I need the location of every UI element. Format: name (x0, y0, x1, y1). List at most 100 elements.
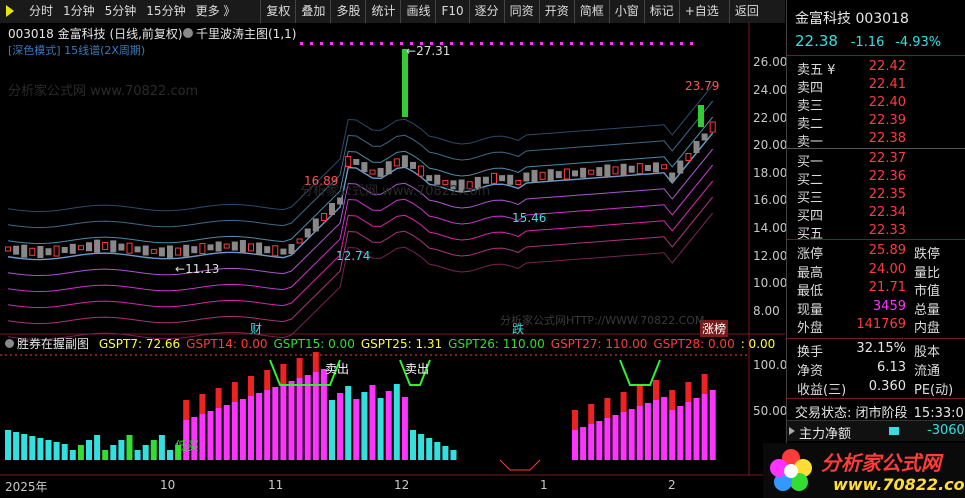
tb-tongzi[interactable]: 同资 (503, 0, 539, 23)
tb-diejia[interactable]: 叠加 (295, 0, 330, 23)
candle (531, 169, 538, 183)
signal-dot (380, 42, 383, 45)
tb-back[interactable]: 返回 (728, 0, 764, 23)
sub-bar (572, 430, 578, 460)
indicator-dot-icon[interactable] (183, 28, 193, 38)
bid-row[interactable]: 买四 22.34 (787, 205, 965, 224)
bid-price: 22.34 (868, 205, 906, 220)
sub-bar (426, 438, 433, 460)
time-label: 1 (540, 478, 548, 492)
tb-zixuan[interactable]: +自选 (678, 0, 724, 23)
tb-fuquan[interactable]: 复权 (260, 0, 295, 23)
sub-bar-top (215, 388, 222, 408)
sub-bar (612, 415, 619, 460)
tb-5min[interactable]: 5分钟 (100, 0, 142, 23)
candle (644, 165, 651, 171)
candle (329, 203, 335, 215)
tb-tongji[interactable]: 统计 (365, 0, 400, 23)
price-label: 16.00 (753, 193, 788, 207)
sub-bar (21, 434, 28, 460)
ask-row[interactable]: 卖五 ¥ 22.42 (787, 59, 965, 78)
signal-dot (580, 42, 583, 45)
sub-name[interactable]: 胜券在握副图 (17, 337, 89, 351)
candle (288, 244, 295, 254)
signal-dot (540, 42, 543, 45)
stat-label-right: 量比 (914, 265, 941, 281)
tb-xiaochuang[interactable]: 小窗 (608, 0, 644, 23)
tb-more[interactable]: 更多 》 (191, 0, 241, 23)
sub-bar (158, 435, 165, 460)
sub-bar (482, 452, 489, 460)
sub-bar (474, 452, 481, 460)
stat2-value: 6.13 (877, 360, 906, 375)
sub-item: GSPT15: 0.00 (273, 337, 355, 351)
sub-bar (5, 430, 11, 460)
stock-code: 003018 (855, 11, 909, 27)
candle (223, 243, 230, 249)
tb-huaxian[interactable]: 画线 (400, 0, 435, 23)
sub-settings-icon[interactable] (5, 339, 14, 348)
stat-value: 21.71 (868, 280, 906, 295)
tb-kaizi[interactable]: 开资 (538, 0, 574, 23)
candle (393, 158, 400, 167)
sub-bar (53, 442, 60, 460)
stat-value: 141769 (856, 317, 906, 332)
candle (77, 245, 84, 251)
tb-zhufen[interactable]: 逐分 (468, 0, 504, 23)
sub-bar (620, 412, 627, 460)
candle (515, 179, 522, 185)
candle (312, 218, 319, 232)
tb-jiankuang[interactable]: 简框 (573, 0, 609, 23)
stat-row: 最低 21.71 市值 (787, 280, 965, 299)
sub-bar-top (231, 382, 238, 402)
ask-row[interactable]: 卖一 22.38 (787, 131, 965, 150)
indicator-name[interactable]: 千里波涛主图(1,1) (196, 25, 296, 42)
signal-dot (500, 42, 503, 45)
sub-bar (563, 452, 570, 460)
bid-row[interactable]: 买一 22.37 (787, 151, 965, 170)
candle (207, 244, 214, 251)
watermark-2: 分析家公式网 www.70822.com (300, 184, 491, 199)
ask-row[interactable]: 卖四 22.41 (787, 77, 965, 96)
tb-duogu[interactable]: 多股 (330, 0, 365, 23)
sub-bar (466, 452, 473, 460)
sub-bar (61, 444, 68, 460)
sub-bar-top (636, 386, 643, 406)
candle (199, 242, 206, 254)
candle (296, 238, 303, 244)
signal-dot (530, 42, 533, 45)
stat-label: 现量 (797, 302, 824, 318)
expand-icon[interactable] (789, 427, 795, 435)
sub-bar (248, 396, 254, 460)
stat2-row: 净资 6.13 流通 (787, 360, 965, 379)
tb-1min[interactable]: 1分钟 (58, 0, 100, 23)
stat2-row: 收益(三) 0.360 PE(动) (787, 379, 965, 398)
sub-bar (628, 409, 635, 460)
ask-label: 卖三 (797, 99, 824, 114)
mode-label: [深色模式] 15线谱(2X周期) (8, 44, 146, 57)
tb-f10[interactable]: F10 (435, 0, 468, 23)
main-flow-bar (889, 427, 899, 435)
sub-item: : 0.00 (740, 337, 776, 351)
sub-bar (264, 390, 271, 460)
signal-dot (670, 42, 673, 45)
signal-dot (620, 42, 623, 45)
high-value: 27.31 (416, 44, 451, 58)
signal-dot (330, 42, 333, 45)
ask-row[interactable]: 卖三 22.40 (787, 95, 965, 114)
stat2-value: 0.360 (868, 379, 906, 394)
ask-row[interactable]: 卖二 22.39 (787, 113, 965, 132)
toolbar-arrow-icon[interactable] (6, 5, 14, 17)
bid-row[interactable]: 买三 22.35 (787, 187, 965, 206)
tb-biaoji[interactable]: 标记 (643, 0, 679, 23)
sub-bar-top (183, 400, 190, 420)
sub-item: GSPT7: 72.66 (98, 337, 181, 351)
tb-15min[interactable]: 15分钟 (141, 0, 190, 23)
sub-item: GSPT26: 110.00 (448, 337, 545, 351)
sub-bar (499, 452, 506, 460)
candle (698, 105, 704, 127)
signal-dot (400, 42, 403, 45)
trade-status: 交易状态: 闭市阶段 15:33:0 (795, 402, 964, 421)
bid-row[interactable]: 买二 22.36 (787, 169, 965, 188)
sub-bar (118, 440, 125, 460)
